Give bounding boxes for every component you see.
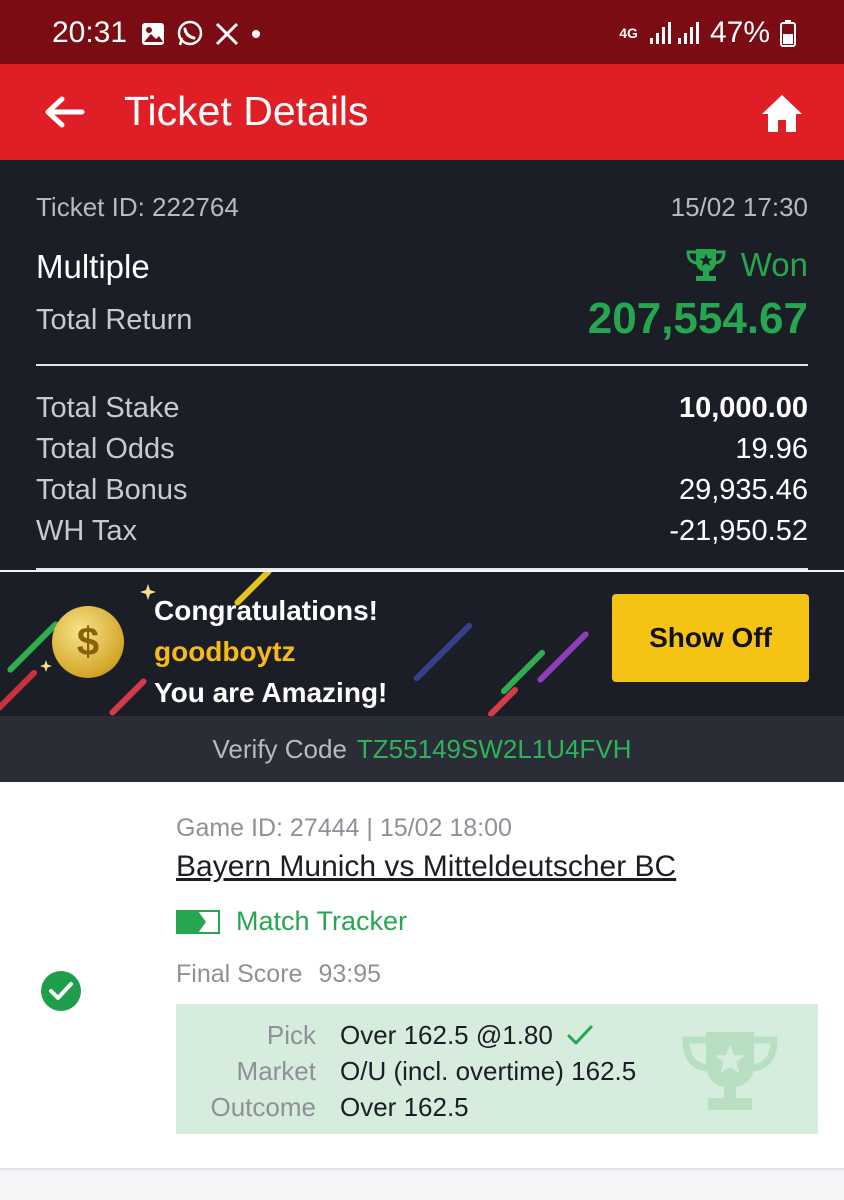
whatsapp-icon [177, 20, 203, 46]
selection-card: Game ID: 27444 | 15/02 18:00 Bayern Muni… [0, 782, 844, 1170]
check-circle-icon [41, 971, 81, 1011]
signal-icon [649, 22, 699, 44]
status-right: 4G 47% [619, 16, 796, 50]
dot-icon [252, 30, 260, 38]
congrats-line: You are Amazing! [154, 677, 388, 708]
ticket-type: Multiple [36, 248, 150, 285]
pick-value: Over 162.5 @1.80 [340, 1020, 553, 1050]
network-type: 4G [619, 25, 638, 41]
show-off-button[interactable]: Show Off [612, 594, 809, 682]
decor-streak [412, 621, 474, 683]
market-label: Market [236, 1056, 316, 1086]
congrats-line: Congratulations! [154, 595, 378, 626]
verify-label: Verify Code [212, 734, 347, 764]
battery-icon [780, 20, 796, 47]
row-label: Total Stake [36, 392, 180, 424]
outcome-value: Over 162.5 [340, 1092, 469, 1122]
pick-value-wrap: Over 162.5 @1.80 [340, 1020, 593, 1051]
coin-icon: $ [52, 606, 124, 678]
row-value: 29,935.46 [678, 474, 808, 506]
trophy-icon [686, 249, 726, 281]
status-text: Won [740, 246, 808, 283]
row-value: -21,950.52 [669, 515, 808, 547]
status-bar: 20:31 4G 47% [0, 0, 844, 64]
row-label: Total Bonus [36, 474, 188, 506]
match-tracker-link[interactable]: Match Tracker [176, 906, 407, 937]
match-tracker-icon [176, 909, 220, 934]
verify-code[interactable]: TZ55149SW2L1U4FVH [357, 734, 632, 764]
username: goodboytz [154, 636, 296, 667]
ticket-summary: Ticket ID: 222764 15/02 17:30 Multiple W… [0, 160, 844, 570]
gallery-icon [142, 23, 164, 45]
pick-label: Pick [266, 1020, 316, 1050]
x-icon [215, 22, 239, 46]
game-id: Game ID: 27444 | 15/02 18:00 [176, 814, 512, 842]
congrats-text: Congratulations! goodboytz You are Amazi… [154, 590, 387, 713]
home-icon[interactable] [758, 90, 806, 138]
row-label: WH Tax [36, 515, 137, 547]
row-label: Total Odds [36, 433, 175, 465]
sparkle-icon [40, 660, 52, 672]
decor-streak [0, 668, 39, 716]
tracker-label: Match Tracker [236, 906, 408, 936]
decor-streak [499, 648, 547, 696]
ticket-status: Won [685, 246, 808, 284]
decor-streak [108, 677, 148, 716]
battery-percent: 47% [709, 16, 770, 49]
row-value: 10,000.00 [678, 392, 808, 424]
total-return-label: Total Return [36, 304, 193, 336]
pick-details: Pick Over 162.5 @1.80 Market O/U (incl. … [176, 1004, 818, 1134]
ticket-date: 15/02 17:30 [670, 192, 808, 222]
divider [0, 1168, 844, 1170]
outcome-label: Outcome [210, 1092, 317, 1122]
congrats-banner: $ Congratulations! goodboytz You are Ama… [0, 572, 844, 716]
match-link[interactable]: Bayern Munich vs Mitteldeutscher BC [176, 850, 676, 884]
page-title: Ticket Details [124, 88, 369, 134]
verify-code-bar: Verify Code TZ55149SW2L1U4FVH [0, 716, 844, 782]
checkmark-icon [567, 1025, 593, 1045]
decor-streak [536, 630, 590, 684]
divider [36, 364, 808, 366]
app-header: Ticket Details [0, 64, 844, 160]
final-score-label: Final Score [176, 960, 303, 988]
row-value: 19.96 [735, 433, 808, 465]
ticket-id: Ticket ID: 222764 [36, 192, 239, 222]
trophy-watermark-icon [682, 1032, 778, 1110]
status-time: 20:31 [52, 16, 128, 49]
final-score-value: 93:95 [318, 960, 382, 988]
notification-icons [140, 20, 262, 48]
back-arrow-icon[interactable] [40, 88, 88, 136]
divider [36, 568, 808, 570]
total-return-value: 207,554.67 [587, 294, 808, 343]
market-value: O/U (incl. overtime) 162.5 [340, 1056, 637, 1086]
final-score: Final Score 93:95 [176, 960, 381, 989]
